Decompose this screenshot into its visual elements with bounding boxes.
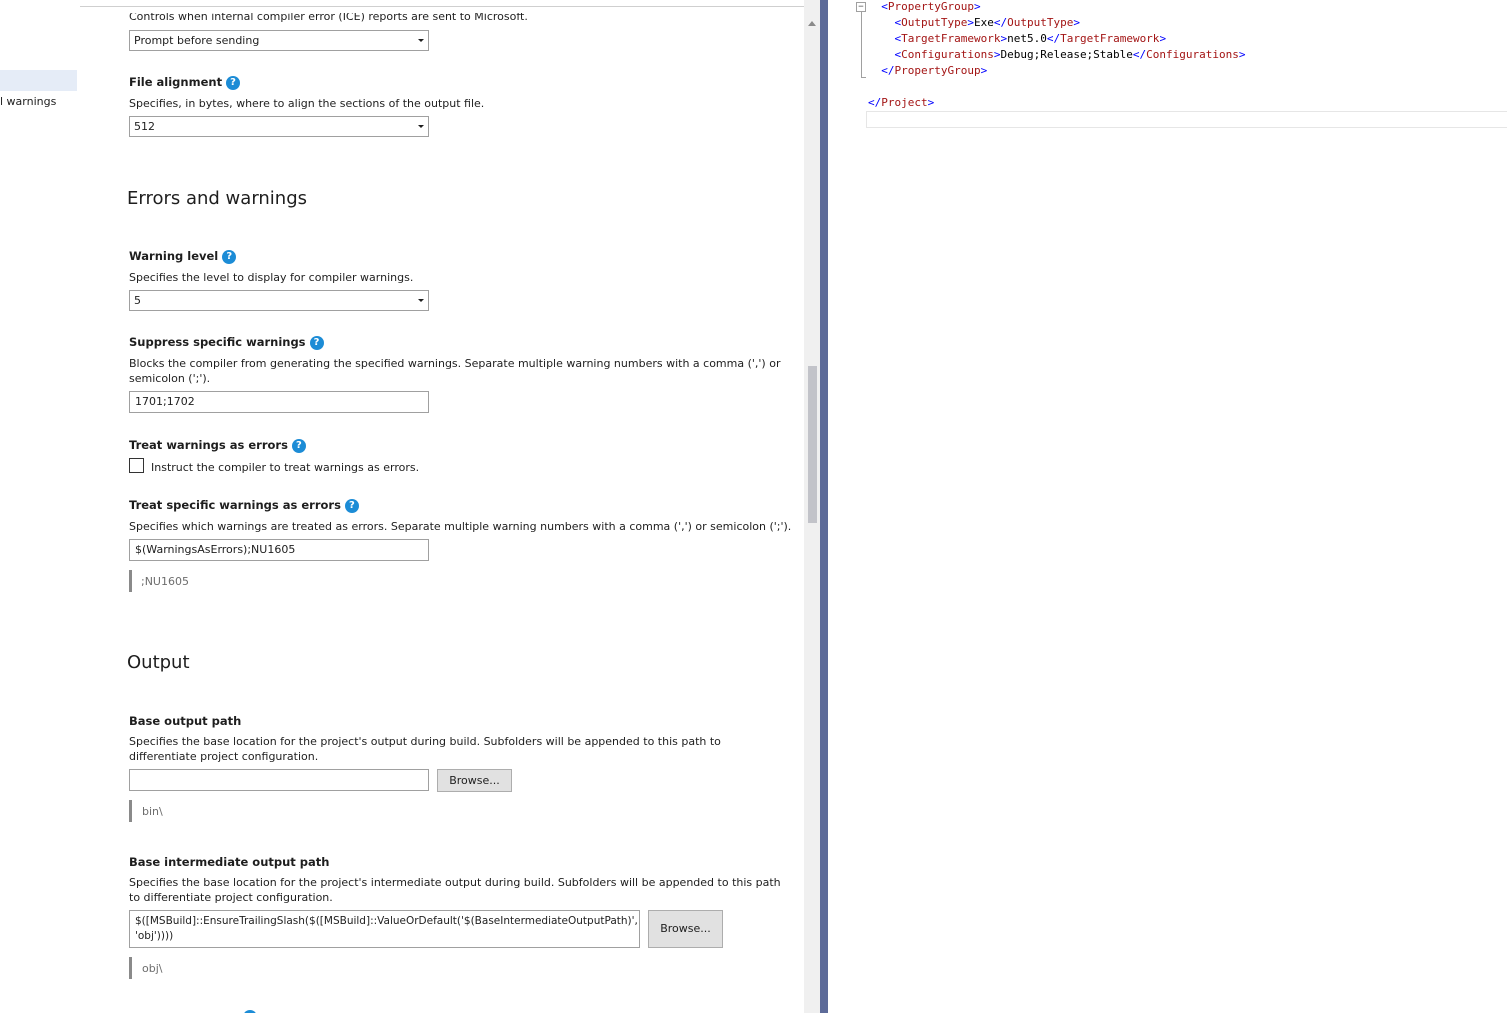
scroll-up-arrow-icon[interactable] — [808, 21, 816, 26]
treat-specific-warnings-description: Specifies which warnings are treated as … — [129, 520, 792, 533]
base-intermediate-path-description-2: to differentiate project configuration. — [129, 891, 333, 904]
xml-tag-name: Project — [881, 96, 928, 109]
suppress-warnings-description-2: semicolon (';'). — [129, 372, 211, 385]
base-intermediate-path-value-1: $([MSBuild]::EnsureTrailingSlash($([MSBu… — [135, 915, 638, 927]
code-line[interactable]: </Project> — [868, 95, 1246, 111]
treat-warnings-errors-checkbox[interactable] — [129, 458, 144, 473]
file-alignment-value: 512 — [134, 120, 155, 133]
xml-tag-name: TargetFramework — [901, 32, 1001, 45]
file-alignment-dropdown[interactable]: 512 — [129, 116, 429, 137]
help-icon[interactable]: ? — [344, 498, 359, 513]
nav-item-warnings[interactable]: l warnings — [0, 95, 56, 108]
treat-specific-warnings-title: Treat specific warnings as errors — [129, 498, 341, 512]
help-icon[interactable]: ? — [309, 335, 324, 350]
nav-sidebar — [0, 0, 80, 1013]
xml-tag-name: Configurations — [1146, 48, 1239, 61]
file-alignment-title: File alignment — [129, 75, 223, 89]
xml-tag-name: PropertyGroup — [894, 64, 981, 77]
treat-warnings-errors-label[interactable]: Instruct the compiler to treat warnings … — [151, 460, 419, 475]
outline-line-end — [861, 77, 866, 78]
editor-gutter — [828, 0, 847, 1013]
hint-bar — [129, 957, 132, 979]
xml-tag-name: OutputType — [901, 16, 968, 29]
xml-text-value: Debug;Release;Stable — [1000, 48, 1133, 61]
chevron-down-icon — [418, 125, 424, 128]
file-alignment-heading: File alignment? — [129, 75, 241, 90]
xml-tag-name: OutputType — [1007, 16, 1074, 29]
code-lines[interactable]: <PropertyGroup> <OutputType>Exe</OutputT… — [868, 0, 1246, 111]
warning-level-dropdown[interactable]: 5 — [129, 290, 429, 311]
warning-level-description: Specifies the level to display for compi… — [129, 271, 414, 284]
hint-bar — [129, 570, 132, 592]
base-output-path-title: Base output path — [129, 714, 242, 728]
base-output-browse-button[interactable]: Browse... — [437, 769, 512, 792]
help-icon[interactable]: ? — [222, 249, 237, 264]
code-line[interactable]: <PropertyGroup> — [868, 0, 1246, 15]
base-intermediate-path-input[interactable]: $([MSBuild]::EnsureTrailingSlash($([MSBu… — [129, 910, 640, 948]
suppress-warnings-title: Suppress specific warnings — [129, 335, 306, 349]
base-intermediate-browse-button[interactable]: Browse... — [648, 910, 723, 948]
base-output-path-input[interactable] — [129, 769, 429, 791]
treat-specific-warnings-heading: Treat specific warnings as errors? — [129, 498, 359, 513]
base-output-path-description-2: differentiate project configuration. — [129, 750, 319, 763]
warning-level-heading: Warning level? — [129, 249, 237, 264]
help-icon[interactable]: ? — [226, 75, 241, 90]
treat-specific-warnings-hint: ;NU1605 — [141, 575, 189, 588]
xml-editor[interactable] — [846, 0, 1507, 1013]
code-line[interactable]: <Configurations>Debug;Release;Stable</Co… — [868, 47, 1246, 63]
base-intermediate-path-description-1: Specifies the base location for the proj… — [129, 876, 781, 889]
nav-item-selected[interactable] — [0, 70, 77, 91]
code-line[interactable] — [868, 79, 1246, 95]
errors-warnings-section-title: Errors and warnings — [127, 188, 308, 209]
property-page-panel: l warnings Controls when internal compil… — [0, 0, 804, 1013]
suppress-warnings-value: 1701;1702 — [135, 395, 195, 408]
treat-specific-warnings-input[interactable]: $(WarningsAsErrors);NU1605 — [129, 539, 429, 561]
xml-tag-name: TargetFramework — [1060, 32, 1160, 45]
base-intermediate-path-hint: obj\ — [142, 962, 163, 975]
ice-description: Controls when internal compiler error (I… — [129, 10, 528, 23]
code-line[interactable]: </PropertyGroup> — [868, 63, 1246, 79]
treat-warnings-errors-heading: Treat warnings as errors? — [129, 438, 306, 453]
help-icon[interactable]: ? — [291, 438, 306, 453]
code-line[interactable]: <OutputType>Exe</OutputType> — [868, 15, 1246, 31]
ice-reports-value: Prompt before sending — [134, 34, 260, 47]
chevron-down-icon — [418, 299, 424, 302]
output-section-title: Output — [127, 652, 190, 673]
scrollbar-thumb[interactable] — [808, 366, 817, 523]
base-intermediate-path-title: Base intermediate output path — [129, 855, 330, 869]
hint-bar — [129, 800, 132, 822]
chevron-down-icon — [418, 39, 424, 42]
base-output-path-hint: bin\ — [142, 805, 163, 818]
file-alignment-description: Specifies, in bytes, where to align the … — [129, 97, 485, 110]
treat-warnings-errors-title: Treat warnings as errors — [129, 438, 288, 452]
outline-line — [861, 12, 862, 77]
treat-specific-warnings-value: $(WarningsAsErrors);NU1605 — [135, 543, 296, 556]
warning-level-value: 5 — [134, 294, 141, 307]
ice-reports-dropdown[interactable]: Prompt before sending — [129, 30, 429, 51]
base-intermediate-path-value-2: 'obj')))) — [135, 930, 174, 942]
suppress-warnings-heading: Suppress specific warnings? — [129, 335, 324, 350]
xml-text-value: net5.0 — [1007, 32, 1047, 45]
pane-splitter[interactable] — [820, 0, 828, 1013]
suppress-warnings-description-1: Blocks the compiler from generating the … — [129, 357, 781, 370]
xml-text-value: Exe — [973, 16, 994, 29]
xml-tag-name: PropertyGroup — [887, 0, 974, 13]
collapse-icon[interactable]: − — [856, 2, 866, 12]
current-line-highlight — [866, 111, 1507, 128]
top-divider — [80, 6, 804, 7]
suppress-warnings-input[interactable]: 1701;1702 — [129, 391, 429, 413]
base-output-path-description-1: Specifies the base location for the proj… — [129, 735, 721, 748]
warning-level-title: Warning level — [129, 249, 219, 263]
xml-tag-name: Configurations — [901, 48, 994, 61]
code-line[interactable]: <TargetFramework>net5.0</TargetFramework… — [868, 31, 1246, 47]
